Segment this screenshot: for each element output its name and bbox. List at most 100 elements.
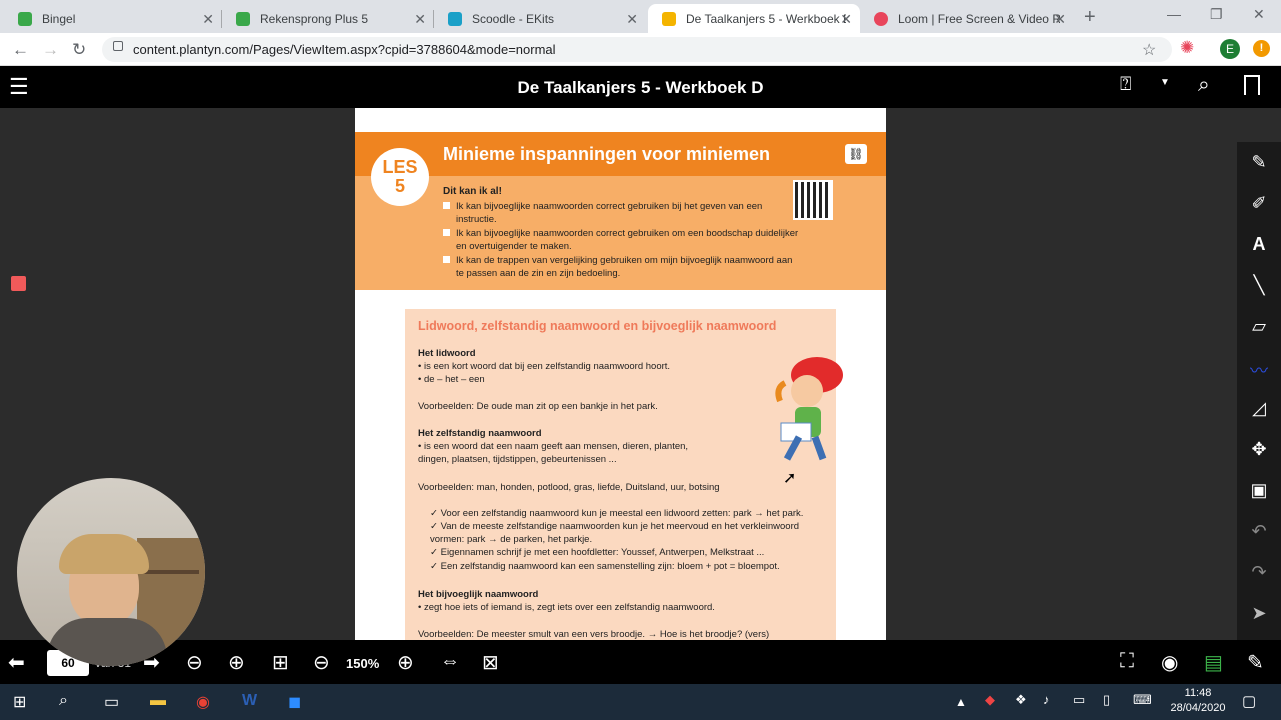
bn-example: Voorbeelden: De meester smult van een ve…: [418, 629, 770, 640]
notifications-icon[interactable]: ▢: [1242, 692, 1256, 710]
ruler-icon[interactable]: ◿: [1237, 398, 1281, 419]
search-icon[interactable]: ⌕: [1198, 73, 1210, 97]
dropbox-icon[interactable]: ❖: [1015, 692, 1027, 708]
windows-start-icon[interactable]: ⊞: [13, 692, 26, 712]
can-do-text: Ik kan bijvoeglijke naamwoorden correct …: [456, 228, 799, 252]
dropdown-icon[interactable]: ▼: [1160, 77, 1170, 88]
close-tab-icon[interactable]: ✕: [840, 11, 852, 28]
search-taskbar-icon[interactable]: ⌕: [59, 692, 68, 710]
tray-security-icon[interactable]: ◆: [985, 692, 995, 708]
new-tab-button[interactable]: +: [1084, 6, 1096, 29]
can-do-text: Ik kan de trappen van vergelijking gebru…: [456, 255, 793, 279]
tab-label: Loom | Free Screen & Video Re: [898, 11, 1060, 26]
tab-rekensprong[interactable]: Rekensprong Plus 5 ✕: [222, 4, 434, 33]
zoom-app-icon[interactable]: ◼: [288, 692, 301, 712]
back-icon[interactable]: ←: [12, 40, 29, 60]
pencil-icon[interactable]: ✎: [1237, 152, 1281, 173]
document-title: De Taalkanjers 5 - Werkboek D: [517, 78, 764, 97]
keyboard-icon[interactable]: ⌨: [1133, 692, 1152, 708]
les-label: LES: [382, 157, 418, 177]
thumbnails-icon[interactable]: ⊞: [272, 650, 289, 675]
tab-loom[interactable]: Loom | Free Screen & Video Re ✕: [860, 4, 1074, 33]
loom-favicon-icon: [874, 11, 888, 26]
rekensprong-favicon-icon: [236, 11, 250, 26]
zoom-level: 150%: [346, 656, 380, 671]
can-do-text: Ik kan bijvoeglijke naamwoorden correct …: [456, 201, 763, 225]
color-picker-icon[interactable]: 〰: [1237, 357, 1281, 383]
close-tab-icon[interactable]: ✕: [414, 11, 426, 28]
reload-icon[interactable]: ↻: [72, 40, 86, 60]
forward-icon[interactable]: →: [42, 40, 59, 60]
text-tool-icon[interactable]: A: [1237, 234, 1281, 255]
zn-item: • is een woord dat een naam geeft aan me…: [418, 441, 689, 465]
line-tool-icon[interactable]: ╲: [1237, 275, 1281, 296]
taskbar-clock[interactable]: 11:48 28/04/2020: [1168, 686, 1228, 716]
url-field[interactable]: content.plantyn.com/Pages/ViewItem.aspx?…: [102, 37, 1172, 62]
minimize-icon[interactable]: —: [1167, 6, 1181, 22]
edit-icon[interactable]: ✎: [1247, 650, 1264, 675]
fit-screen-icon[interactable]: ⛶: [1120, 650, 1134, 673]
clock-date: 28/04/2020: [1170, 702, 1226, 714]
eraser-icon[interactable]: ▱: [1237, 316, 1281, 337]
highlighter-icon[interactable]: ✐: [1237, 193, 1281, 214]
profile-avatar[interactable]: E: [1220, 39, 1240, 59]
pointer-icon[interactable]: ➤: [1237, 603, 1281, 624]
fit-width-icon[interactable]: ⇔: [440, 650, 460, 673]
zn-rule: ✓ Een zelfstandig naamwoord kan een same…: [430, 561, 780, 572]
grammar-box-title: Lidwoord, zelfstandig naamwoord en bijvo…: [418, 319, 777, 333]
file-explorer-icon[interactable]: ▬: [150, 692, 166, 710]
task-view-icon[interactable]: ▭: [104, 692, 119, 712]
app-toolbar: ☰ De Taalkanjers 5 - Werkboek D ⍰ ▼ ⌕: [0, 66, 1281, 108]
last-page-icon[interactable]: ⊕: [228, 650, 245, 675]
volume-icon[interactable]: ♪: [1043, 692, 1050, 707]
tab-taalkanjers[interactable]: De Taalkanjers 5 - Werkboek D ✕: [648, 4, 860, 33]
battery-icon[interactable]: ▭: [1073, 692, 1085, 708]
mouse-cursor-icon: ➚: [783, 470, 797, 487]
annotation-toolbar: ✎ ✐ A ╲ ▱ 〰 ◿ ✥ ▣ ↶ ↷ ➤: [1237, 142, 1281, 640]
bn-heading: Het bijvoeglijk naamwoord: [418, 589, 539, 600]
record-stop-button[interactable]: [11, 276, 26, 291]
bookmark-star-icon[interactable]: ☆: [1142, 40, 1156, 60]
redo-icon[interactable]: ↷: [1237, 562, 1281, 583]
update-icon[interactable]: !: [1253, 40, 1270, 57]
link-icon[interactable]: ⛓: [845, 144, 867, 164]
document-page: LES 5 Minieme inspanningen voor miniemen…: [355, 108, 886, 640]
tray-expand-icon[interactable]: ▲: [955, 695, 967, 709]
tab-label: Bingel: [42, 11, 76, 26]
plantyn-favicon-icon: [662, 11, 676, 26]
qr-code[interactable]: [793, 180, 833, 220]
zoom-out-icon[interactable]: ⊖: [313, 650, 330, 675]
previous-page-icon[interactable]: ⬅: [8, 650, 25, 675]
scoodle-favicon-icon: [448, 11, 462, 26]
tab-scoodle[interactable]: Scoodle - EKits ✕: [434, 4, 646, 33]
move-icon[interactable]: ✥: [1237, 439, 1281, 460]
image-icon[interactable]: ▣: [1237, 480, 1281, 501]
zn-example: Voorbeelden: man, honden, potlood, gras,…: [418, 482, 720, 493]
address-bar-row: ← → ↻ content.plantyn.com/Pages/ViewItem…: [0, 33, 1281, 66]
window-close-icon[interactable]: ✕: [1253, 6, 1265, 23]
zoom-in-icon[interactable]: ⊕: [397, 650, 414, 675]
save-icon[interactable]: ▤: [1204, 650, 1223, 675]
restore-icon[interactable]: ❐: [1210, 6, 1223, 23]
can-do-item: Ik kan bijvoeglijke naamwoorden correct …: [443, 227, 798, 252]
close-tab-icon[interactable]: ✕: [1054, 11, 1066, 28]
lesson-badge: LES 5: [371, 148, 429, 206]
bookmark-icon[interactable]: [1244, 75, 1260, 95]
loom-extension-icon[interactable]: ✺: [1180, 38, 1194, 58]
zn-rule: ✓ Van de meeste zelfstandige naamwoorden…: [430, 521, 800, 545]
chrome-icon[interactable]: ◉: [196, 692, 210, 712]
fullpage-icon[interactable]: ⊠: [482, 650, 499, 675]
bn-item: • zegt hoe iets of iemand is, zegt iets …: [418, 602, 715, 613]
help-icon[interactable]: ⍰: [1120, 74, 1131, 96]
webcam-overlay[interactable]: [17, 478, 205, 666]
tab-label: De Taalkanjers 5 - Werkboek D: [686, 11, 846, 26]
eye-icon[interactable]: ◉: [1161, 650, 1178, 675]
tab-label: Scoodle - EKits: [472, 11, 555, 26]
word-icon[interactable]: W: [242, 692, 257, 710]
tab-bingel[interactable]: Bingel ✕: [4, 4, 222, 33]
close-tab-icon[interactable]: ✕: [626, 11, 638, 28]
close-tab-icon[interactable]: ✕: [202, 11, 214, 28]
undo-icon[interactable]: ↶: [1237, 521, 1281, 542]
network-icon[interactable]: ▯: [1103, 692, 1110, 708]
tab-label: Rekensprong Plus 5: [260, 11, 369, 26]
